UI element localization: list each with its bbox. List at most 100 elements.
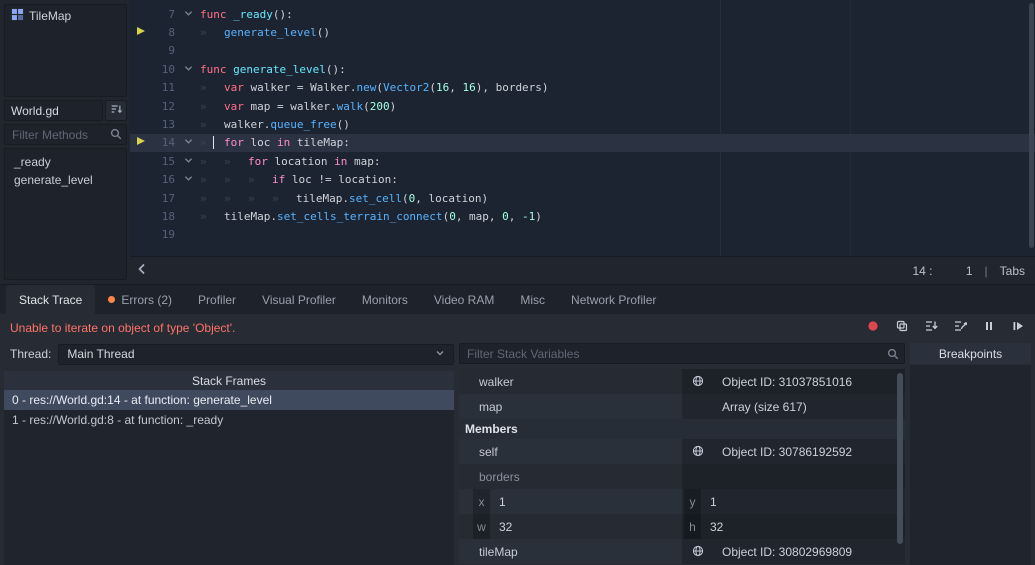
tab-visual-profiler[interactable]: Visual Profiler	[249, 285, 349, 314]
filter-methods-input[interactable]	[4, 124, 127, 145]
filter-stack-variables-input[interactable]	[459, 343, 905, 364]
variable-row-map[interactable]: map Array (size 617)	[459, 394, 905, 419]
debugger-toolbar	[864, 319, 1027, 337]
code-line-13[interactable]: 13 » walker. queue_free()	[130, 115, 1035, 133]
caret-line: 14	[912, 263, 926, 278]
debugger-body: Thread: Main Thread Stack Frames 0 - res…	[0, 341, 1035, 565]
line-number: 18	[161, 209, 175, 223]
component-w: w 32	[459, 514, 682, 539]
fold-arrow-icon[interactable]	[184, 136, 193, 149]
indent-type: Tabs	[999, 263, 1025, 278]
tab-video-ram[interactable]: Video RAM	[421, 285, 507, 314]
breakpoints-column: Breakpoints	[910, 343, 1031, 565]
tab-monitors[interactable]: Monitors	[349, 285, 421, 314]
code-line-8[interactable]: 8 » generate_level()	[130, 23, 1035, 41]
tab-indent-marker: »	[248, 191, 255, 205]
continue-button[interactable]	[1009, 319, 1027, 337]
fold-gutter[interactable]	[184, 155, 200, 168]
thread-label: Thread:	[10, 347, 52, 361]
current-script-name[interactable]: World.gd	[4, 100, 103, 121]
code-area[interactable]: 7 func _ready (): 8 » generate_level() 9 10 func…	[130, 0, 1035, 256]
method-item-_ready[interactable]: _ready	[5, 153, 126, 171]
variable-value-text: Object ID: 31037851016	[722, 374, 853, 389]
collapse-scripts-panel-button[interactable]	[136, 262, 148, 279]
variables-scrollbar[interactable]	[897, 373, 903, 559]
step-over-button[interactable]	[951, 319, 969, 337]
variable-row-walker[interactable]: walker Object ID: 31037851016	[459, 369, 905, 394]
variable-pair-row[interactable]: w 32 h 32	[459, 514, 905, 539]
code-text: » walker. queue_free()	[200, 118, 350, 132]
variable-pair-row[interactable]: x1y1	[459, 489, 905, 514]
stack-frame-row[interactable]: 0 - res://World.gd:14 - at function: gen…	[4, 390, 454, 410]
code-line-9[interactable]: 9	[130, 42, 1035, 60]
copy-icon	[895, 319, 909, 336]
fold-gutter[interactable]	[184, 63, 200, 76]
fold-arrow-icon[interactable]	[184, 173, 193, 186]
step-into-button[interactable]	[922, 319, 940, 337]
component-value: 1	[499, 494, 506, 509]
fold-gutter[interactable]	[184, 136, 200, 149]
tab-network-profiler[interactable]: Network Profiler	[558, 285, 669, 314]
method-item-generate_level[interactable]: generate_level	[5, 171, 126, 189]
thread-dropdown[interactable]: Main Thread	[58, 343, 454, 365]
code-line-18[interactable]: 18 » tileMap. set_cells_terrain_connect(0, …	[130, 207, 1035, 225]
tab-misc[interactable]: Misc	[507, 285, 558, 314]
thread-row: Thread: Main Thread	[4, 343, 454, 365]
object-icon[interactable]	[692, 545, 704, 560]
script-item-tilemap[interactable]: TileMap	[7, 7, 124, 25]
code-line-7[interactable]: 7 func _ready ():	[130, 5, 1035, 23]
code-text: » var walker = Walker. new(Vector2(16, 16)…	[200, 81, 549, 95]
tab-indent-marker: »	[200, 118, 207, 132]
code-line-19[interactable]: 19	[130, 226, 1035, 244]
script-item-label: TileMap	[29, 9, 72, 23]
code-text: » generate_level()	[200, 26, 330, 40]
debugger-tab-bar: Stack Trace Errors (2) Profiler Visual Prof…	[0, 284, 1035, 314]
object-icon[interactable]	[692, 445, 704, 460]
tab-label: Misc	[520, 292, 546, 307]
fold-gutter[interactable]	[184, 173, 200, 186]
stack-variables-column: walker Object ID: 31037851016 map Array (si…	[459, 343, 905, 565]
code-line-17[interactable]: 17»»»» tileMap. set_cell(0, location)	[130, 189, 1035, 207]
code-line-12[interactable]: 12 » var map = walker. walk(200)	[130, 97, 1035, 115]
stack-frame-row[interactable]: 1 - res://World.gd:8 - at function: _rea…	[4, 410, 454, 430]
fold-arrow-icon[interactable]	[184, 8, 193, 21]
code-line-11[interactable]: 11 » var walker = Walker. new(Vector2(16, 1…	[130, 79, 1035, 97]
break-button[interactable]	[980, 319, 998, 337]
line-number: 17	[161, 191, 175, 205]
variable-name: borders	[479, 469, 520, 484]
tab-indent-marker: »	[200, 99, 207, 113]
stack-frames-column: Thread: Main Thread Stack Frames 0 - res…	[4, 343, 454, 565]
code-line-10[interactable]: 10 func generate_level ():	[130, 60, 1035, 78]
code-line-15[interactable]: 15»» for location in map:	[130, 152, 1035, 170]
component-x: x1	[459, 489, 682, 514]
sort-icon	[110, 103, 122, 118]
skip-breakpoints-button[interactable]	[864, 319, 882, 337]
line-number: 9	[168, 44, 175, 58]
code-line-14[interactable]: 14 » for loc in tileMap:	[130, 133, 1035, 153]
line-number: 16	[161, 173, 175, 187]
variable-name: walker	[479, 374, 514, 389]
tab-profiler[interactable]: Profiler	[185, 285, 249, 314]
variable-row-tileMap[interactable]: tileMap Object ID: 30802969809	[459, 539, 905, 564]
editor-scrollbar[interactable]	[1029, 3, 1034, 248]
caret-position: 14 : 1 | Tabs	[912, 263, 1025, 278]
line-number: 7	[168, 7, 175, 21]
tab-label: Profiler	[198, 292, 237, 307]
tab-stack-trace[interactable]: Stack Trace	[6, 285, 96, 314]
code-line-16[interactable]: 16»»» if loc != location:	[130, 171, 1035, 189]
tab-errors-2-[interactable]: Errors (2)	[95, 285, 185, 314]
variable-row-borders[interactable]: borders	[459, 464, 905, 489]
sort-methods-button[interactable]	[105, 100, 127, 121]
copy-error-button[interactable]	[893, 319, 911, 337]
component-label: x	[473, 489, 490, 514]
breakpoint-gutter[interactable]	[130, 136, 152, 149]
fold-arrow-icon[interactable]	[184, 155, 193, 168]
stack-frames-list: 0 - res://World.gd:14 - at function: gen…	[4, 390, 454, 565]
open-scripts-list: TileMap	[4, 4, 127, 97]
object-icon[interactable]	[692, 375, 704, 390]
component-label: w	[473, 514, 490, 539]
breakpoint-gutter[interactable]	[130, 26, 152, 39]
variable-row-self[interactable]: self Object ID: 30786192592	[459, 439, 905, 464]
fold-gutter[interactable]	[184, 8, 200, 21]
fold-arrow-icon[interactable]	[184, 63, 193, 76]
